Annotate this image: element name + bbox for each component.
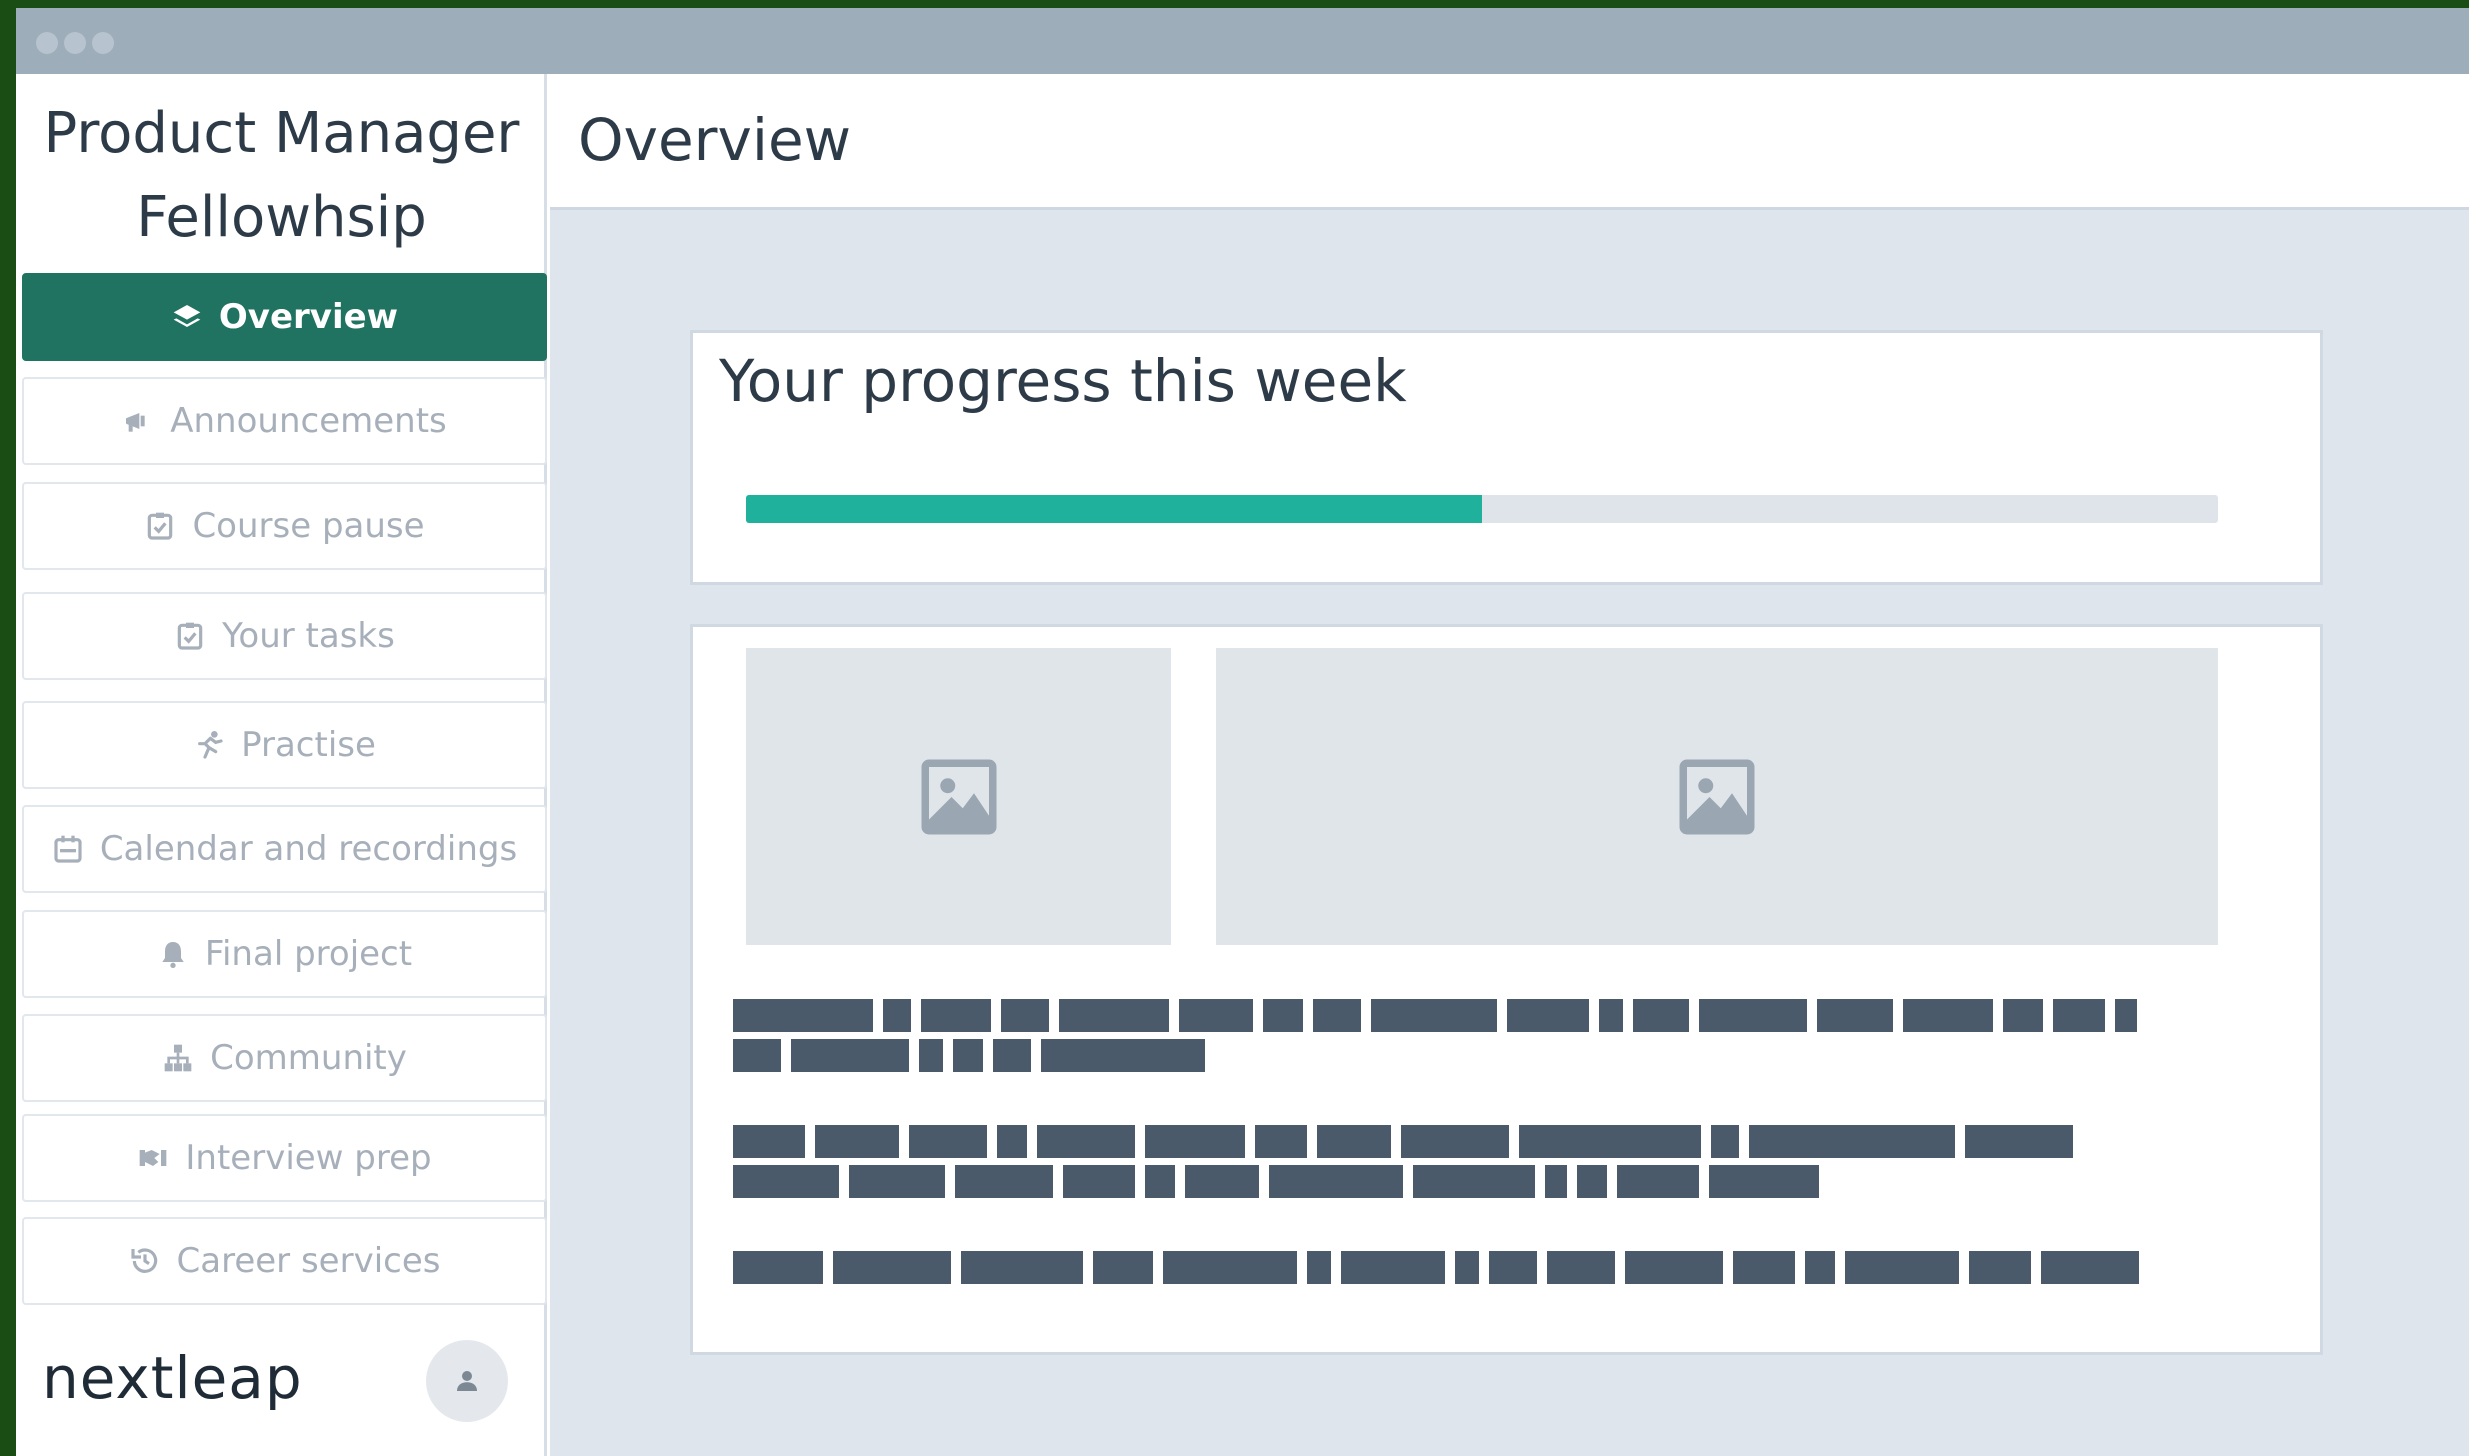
window-minimize-button[interactable] [64,32,86,54]
progress-bar [746,495,2218,523]
sidebar-item-label: Practise [241,725,376,765]
sidebar-item-course-pause[interactable]: Course pause [22,482,547,570]
sidebar-item-calendar-recordings[interactable]: Calendar and recordings [22,805,547,893]
content-card [690,624,2323,1355]
window-titlebar [16,8,2469,74]
sidebar-item-career-services[interactable]: Career services [22,1217,547,1305]
sidebar-item-label: Course pause [192,506,425,546]
sidebar-item-your-tasks[interactable]: Your tasks [22,592,547,680]
sitemap-icon [164,1044,192,1072]
user-icon [457,1371,477,1391]
main-content: Overview Your progress this week [550,74,2469,1456]
sidebar-item-final-project[interactable]: Final project [22,910,547,998]
sidebar-item-label: Your tasks [222,616,395,656]
clipboard-check-icon [177,622,203,650]
progress-title: Your progress this week [719,347,1407,415]
app-window: Product Manager Fellowhsip Overview Anno… [16,8,2469,1456]
progress-card: Your progress this week [690,330,2323,585]
sidebar-item-interview-prep[interactable]: Interview prep [22,1114,547,1202]
sidebar-item-practise[interactable]: Practise [22,701,547,789]
bell-icon [162,942,184,968]
sidebar-item-label: Interview prep [185,1138,432,1178]
course-title-line1: Product Manager [43,101,520,166]
sidebar-item-label: Career services [176,1241,441,1281]
sidebar-item-overview[interactable]: Overview [22,273,547,361]
clipboard-check-icon [148,512,173,540]
brand-logo[interactable]: nextleap [42,1344,303,1412]
sidebar-item-label: Overview [218,297,399,337]
sidebar-item-label: Community [210,1038,407,1078]
page-header: Overview [550,74,2469,210]
megaphone-icon [126,413,145,432]
image-icon [921,759,996,834]
sidebar-item-label: Calendar and recordings [99,829,518,869]
sidebar-item-announcements[interactable]: Announcements [22,377,547,465]
running-icon [198,731,223,759]
sidebar: Product Manager Fellowhsip Overview Anno… [16,74,547,1456]
sidebar-item-label: Final project [204,934,413,974]
image-placeholder [1216,648,2218,945]
image-placeholder [746,648,1171,945]
window-close-button[interactable] [36,32,58,54]
sidebar-item-label: Announcements [170,401,447,441]
user-avatar-button[interactable] [426,1340,508,1422]
progress-bar-fill [746,495,1482,523]
history-icon [130,1248,157,1273]
layers-icon [173,305,201,327]
image-icon [1679,759,1755,834]
sidebar-item-community[interactable]: Community [22,1014,547,1102]
calendar-icon [54,835,82,863]
page-title: Overview [578,106,852,174]
window-maximize-button[interactable] [92,32,114,54]
handshake-icon [140,1150,167,1166]
course-title: Product Manager Fellowhsip [16,92,547,260]
course-title-line2: Fellowhsip [136,185,427,250]
